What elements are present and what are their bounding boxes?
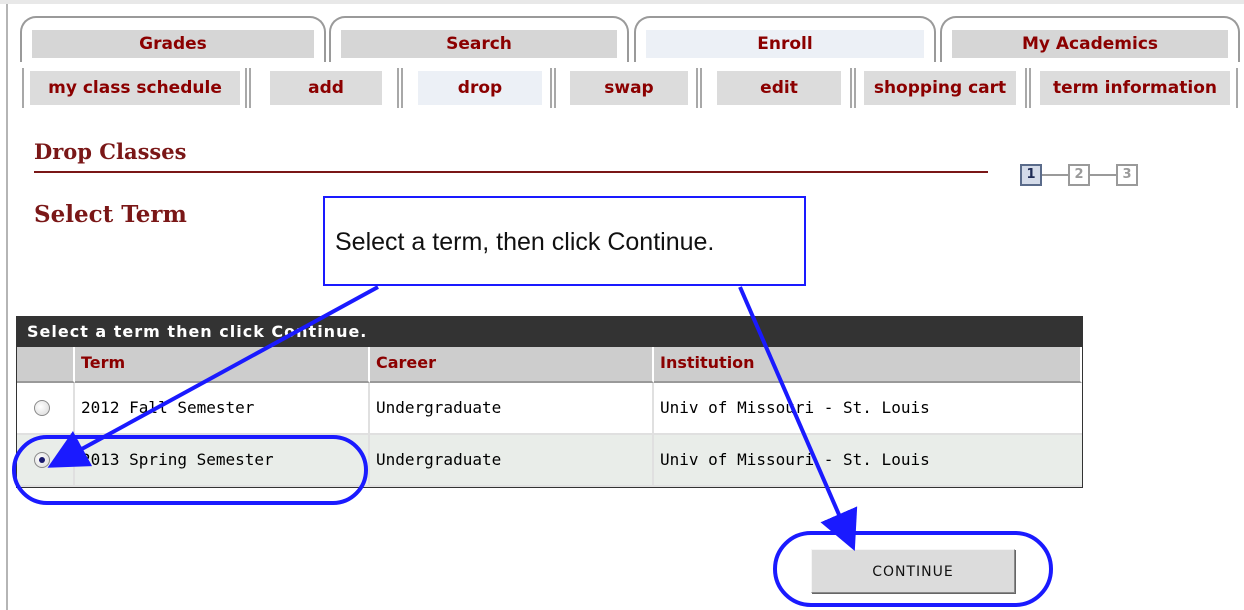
tab-label: Search xyxy=(341,30,617,58)
instruction-callout: Select a term, then click Continue. xyxy=(323,196,806,286)
tab-search[interactable]: Search xyxy=(329,16,629,62)
subtab-swap[interactable]: swap xyxy=(570,71,688,105)
tab-grades[interactable]: Grades xyxy=(20,16,326,62)
term-selection-grid: Select a term then click Continue. Term … xyxy=(16,316,1083,488)
tab-enroll[interactable]: Enroll xyxy=(634,16,936,62)
tab-my-academics[interactable]: My Academics xyxy=(940,16,1240,62)
tab-label: My Academics xyxy=(952,30,1228,58)
subtab-divider xyxy=(245,68,251,108)
subtab-drop[interactable]: drop xyxy=(418,71,542,105)
continue-button[interactable]: CONTINUE xyxy=(811,549,1015,593)
step-connector xyxy=(1090,174,1116,176)
select-cell xyxy=(17,435,75,487)
subtab-divider xyxy=(1236,68,1238,108)
subtab-divider xyxy=(22,68,24,108)
term-cell: 2013 Spring Semester xyxy=(75,435,370,487)
subtab-divider xyxy=(696,68,702,108)
institution-cell: Univ of Missouri - St. Louis xyxy=(654,435,1082,487)
subtab-my-class-schedule[interactable]: my class schedule xyxy=(30,71,240,105)
page-title: Drop Classes xyxy=(34,139,187,164)
tab-label: Grades xyxy=(32,30,314,58)
step-1-indicator: 1 xyxy=(1020,164,1042,186)
tab-label: Enroll xyxy=(646,30,924,58)
title-divider xyxy=(34,171,988,173)
subtab-term-information[interactable]: term information xyxy=(1040,71,1230,105)
term-cell: 2012 Fall Semester xyxy=(75,383,370,435)
subtab-shopping-cart[interactable]: shopping cart xyxy=(864,71,1016,105)
institution-cell: Univ of Missouri - St. Louis xyxy=(654,383,1082,435)
table-row: 2013 Spring Semester Undergraduate Univ … xyxy=(17,435,1082,487)
select-cell xyxy=(17,383,75,435)
subtab-divider xyxy=(850,68,856,108)
header-select-column xyxy=(17,347,75,383)
subtab-divider xyxy=(550,68,556,108)
section-title: Select Term xyxy=(34,201,187,228)
table-row: 2012 Fall Semester Undergraduate Univ of… xyxy=(17,383,1082,435)
step-2-indicator: 2 xyxy=(1068,164,1090,186)
window-top-border xyxy=(0,0,1244,4)
header-career: Career xyxy=(370,347,654,383)
career-cell: Undergraduate xyxy=(370,383,654,435)
grid-header-row: Term Career Institution xyxy=(17,347,1082,383)
career-cell: Undergraduate xyxy=(370,435,654,487)
subtab-divider xyxy=(397,68,403,108)
window-left-border xyxy=(6,4,8,610)
subtab-edit[interactable]: edit xyxy=(717,71,841,105)
term-radio-button[interactable] xyxy=(34,452,50,468)
subtab-divider xyxy=(1025,68,1031,108)
header-term: Term xyxy=(75,347,370,383)
grid-caption: Select a term then click Continue. xyxy=(17,317,1082,347)
term-radio-button[interactable] xyxy=(34,400,50,416)
subtab-add[interactable]: add xyxy=(270,71,382,105)
header-institution: Institution xyxy=(654,347,1082,383)
step-connector xyxy=(1042,174,1068,176)
step-3-indicator: 3 xyxy=(1116,164,1138,186)
